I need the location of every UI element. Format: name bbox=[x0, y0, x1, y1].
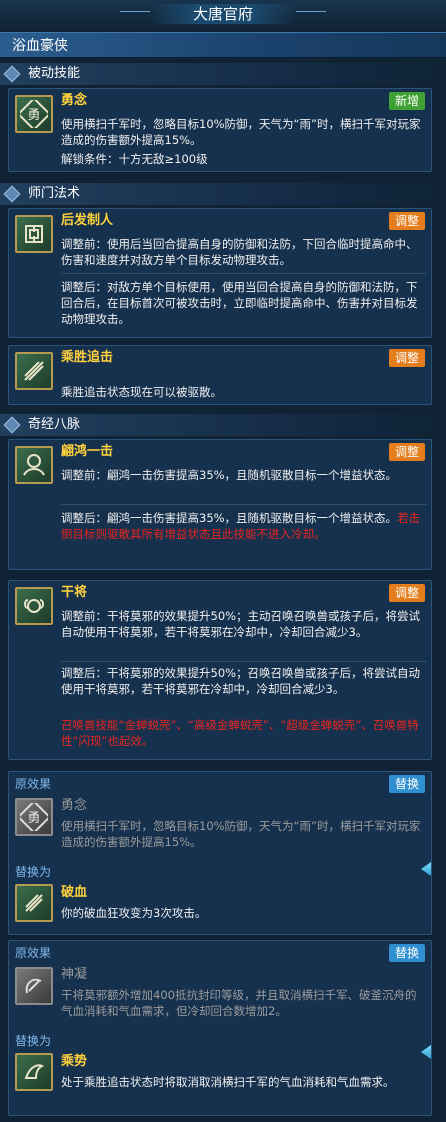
replacement-skill-text: 你的破血狂攻变为3次攻击。 bbox=[61, 906, 207, 920]
original-skill-name: 神凝 bbox=[61, 967, 88, 982]
skill-name: 后发制人 bbox=[61, 213, 114, 228]
courage-gray-icon: 勇 bbox=[15, 798, 53, 836]
original-label: 原效果 bbox=[15, 946, 52, 960]
courage-icon: 勇 bbox=[15, 95, 53, 133]
section-title: 奇经八脉 bbox=[28, 417, 81, 432]
after-text: 调整后：对敌方单个目标使用，使用当回合提高自身的防御和法防，下回合后，在目标首次… bbox=[61, 280, 418, 326]
divider bbox=[61, 504, 427, 505]
divider bbox=[61, 661, 427, 662]
after-text-highlight: 召唤兽技能“金蝉蜕壳”、“高级金蝉蜕壳”、“超级金蝉蜕壳”、召唤兽特性“闪现”也… bbox=[61, 718, 419, 748]
original-skill-text: 干将莫邪额外增加400抵抗封印等级，并且取消横扫千军、破釜沉舟的气血消耗和气血需… bbox=[61, 988, 417, 1018]
status-badge: 调整 bbox=[388, 443, 425, 461]
replace-badge: 替换 bbox=[388, 775, 425, 793]
replacement-skill-name: 乘势 bbox=[61, 1054, 88, 1069]
section-passive: 被动技能 bbox=[0, 63, 446, 85]
before-text: 调整前：使用后当回合提高自身的防御和法防，下回合临时提高命中、伤害和速度并对敌方… bbox=[61, 237, 418, 267]
original-skill-text: 使用横扫千军时，忽略目标10%防御，天气为“雨”时，横扫千军对玩家造成的伤害额外… bbox=[61, 819, 421, 849]
after-text-normal: 调整后：翩鸿一击伤害提高35%，且随机驱散目标一个增益状态。 bbox=[61, 511, 398, 525]
section-title: 被动技能 bbox=[28, 66, 81, 81]
skill-card-yongnian: 勇 勇念 新增 使用横扫千军时，忽略目标10%防御，天气为“雨”时，横扫千军对玩… bbox=[8, 88, 432, 172]
crystal-icon bbox=[421, 1045, 431, 1059]
pursuit-icon bbox=[15, 352, 53, 390]
swan-strike-icon bbox=[15, 446, 53, 484]
original-label: 原效果 bbox=[15, 777, 52, 791]
counter-icon bbox=[15, 215, 53, 253]
skill-name: 干将 bbox=[61, 585, 88, 600]
after-text: 调整后：干将莫邪的效果提升50%；召唤召唤兽或孩子后，将尝试自动使用干将莫邪，若… bbox=[61, 666, 421, 696]
section-school: 师门法术 bbox=[0, 183, 446, 205]
divider bbox=[61, 273, 427, 274]
svg-text:勇: 勇 bbox=[27, 811, 40, 826]
skill-name: 勇念 bbox=[61, 93, 88, 108]
replace-badge: 替换 bbox=[388, 944, 425, 962]
unlock-condition: 解锁条件：十方无敌≥100级 bbox=[61, 152, 208, 166]
skill-name: 乘胜追击 bbox=[61, 350, 114, 365]
window-header: 大唐官府 bbox=[0, 0, 446, 30]
subheader-title: 浴血豪侠 bbox=[12, 38, 68, 54]
replacement-label: 替换为 bbox=[15, 865, 52, 879]
section-title: 师门法术 bbox=[28, 186, 81, 201]
replacement-skill-name: 破血 bbox=[61, 885, 88, 900]
status-badge: 新增 bbox=[388, 92, 425, 110]
svg-text:勇: 勇 bbox=[27, 108, 40, 123]
original-skill-name: 勇念 bbox=[61, 798, 88, 813]
skill-card-chengshengzhuiji: 乘胜追击 调整 乘胜追击状态现在可以被驱散。 bbox=[8, 345, 432, 405]
ram-icon bbox=[15, 587, 53, 625]
status-badge: 调整 bbox=[388, 584, 425, 602]
school-subheader: 浴血豪侠 bbox=[0, 32, 446, 58]
momentum-icon bbox=[15, 1053, 53, 1091]
skill-card-fanhongyiji: 翩鸿一击 调整 调整前：翩鸿一击伤害提高35%，且随机驱散目标一个增益状态。 调… bbox=[8, 439, 432, 570]
blood-break-icon bbox=[15, 884, 53, 922]
before-text: 调整前：翩鸿一击伤害提高35%，且随机驱散目标一个增益状态。 bbox=[61, 468, 398, 482]
skill-card-ganjiang: 干将 调整 调整前：干将莫邪的效果提升50%；主动召唤召唤兽或孩子后，将尝试自动… bbox=[8, 580, 432, 760]
skill-card-houfazhiren: 后发制人 调整 调整前：使用后当回合提高自身的防御和法防，下回合临时提高命中、伤… bbox=[8, 208, 432, 338]
status-badge: 调整 bbox=[388, 212, 425, 230]
section-diamond-icon bbox=[3, 185, 21, 203]
crystal-icon bbox=[421, 862, 431, 876]
skill-description: 乘胜追击状态现在可以被驱散。 bbox=[61, 385, 222, 399]
replace-card-1: 原效果 替换 勇 勇念 使用横扫千军时，忽略目标10%防御，天气为“雨”时，横扫… bbox=[8, 771, 432, 935]
replace-card-2: 原效果 替换 神凝 干将莫邪额外增加400抵抗封印等级，并且取消横扫千军、破釜沉… bbox=[8, 940, 432, 1116]
section-diamond-icon bbox=[3, 416, 21, 434]
section-meridian: 奇经八脉 bbox=[0, 414, 446, 436]
section-diamond-icon bbox=[3, 65, 21, 83]
skill-name: 翩鸿一击 bbox=[61, 444, 114, 459]
replacement-label: 替换为 bbox=[15, 1034, 52, 1048]
page-title: 大唐官府 bbox=[192, 5, 253, 23]
before-text: 调整前：干将莫邪的效果提升50%；主动召唤召唤兽或孩子后，将尝试自动使用干将莫邪… bbox=[61, 609, 421, 639]
replacement-skill-text: 处于乘胜追击状态时将取消取消横扫千军的气血消耗和气血需求。 bbox=[61, 1075, 395, 1089]
status-badge: 调整 bbox=[388, 349, 425, 367]
after-text: 调整后：翩鸿一击伤害提高35%，且随机驱散目标一个增益状态。若击倒目标则驱散其所… bbox=[61, 510, 427, 542]
skill-description: 使用横扫千军时，忽略目标10%防御，天气为“雨”时，横扫千军对玩家造成的伤害额外… bbox=[61, 117, 421, 147]
focus-gray-icon bbox=[15, 967, 53, 1005]
